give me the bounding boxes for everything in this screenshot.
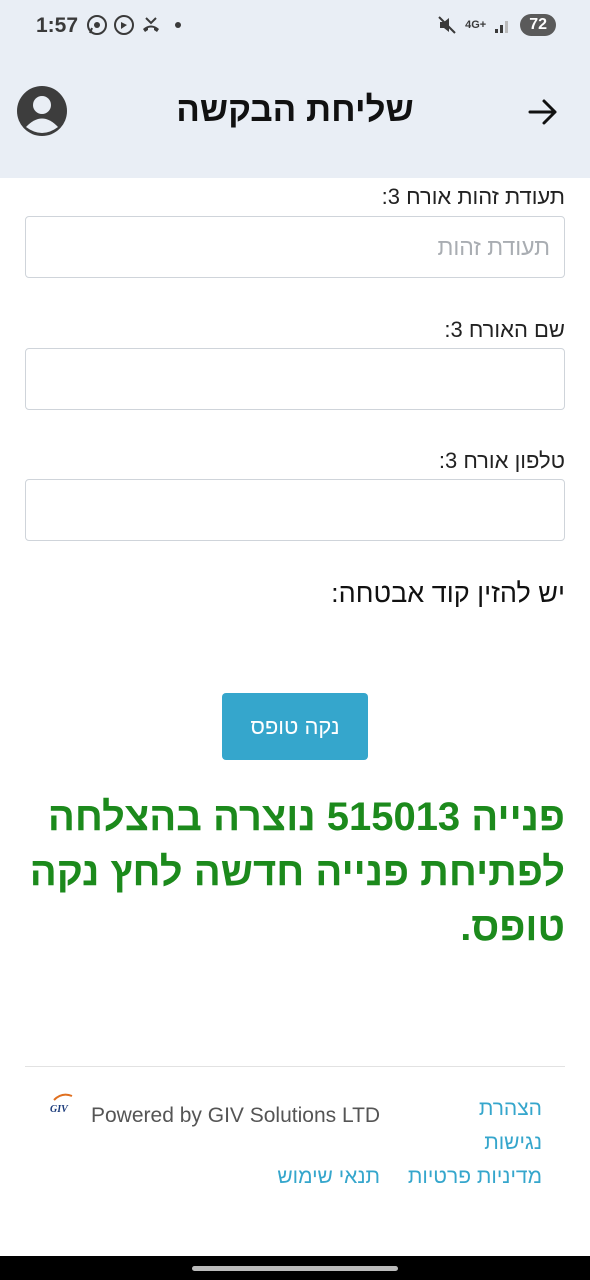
guest3-phone-input[interactable] — [25, 479, 565, 541]
powered-by-text: Powered by GIV Solutions LTD — [91, 1104, 381, 1127]
battery-indicator: 72 — [520, 14, 556, 36]
app-header: שליחת הבקשה — [0, 54, 590, 178]
network-type: 4G+ — [465, 19, 487, 31]
home-indicator[interactable] — [192, 1266, 398, 1271]
app-notification-icon — [114, 15, 134, 35]
status-bar: 1:57 4G+ 72 — [0, 0, 590, 54]
mute-icon — [438, 16, 456, 34]
giv-logo: GIV — [48, 1092, 78, 1120]
guest3-name-label: שם האורח 3: — [444, 317, 565, 342]
privacy-policy-link[interactable]: מדיניות פרטיות — [408, 1165, 542, 1188]
page-title: שליחת הבקשה — [176, 90, 414, 129]
arrow-right-icon[interactable] — [526, 96, 560, 128]
guest3-id-input[interactable] — [25, 216, 565, 278]
clear-form-button[interactable]: נקה טופס — [222, 693, 368, 760]
notification-icons — [86, 14, 181, 36]
accessibility-statement-link[interactable]: הצהרת נגישות — [479, 1097, 542, 1154]
whatsapp-icon — [87, 15, 107, 35]
svg-text:GIV: GIV — [50, 1104, 69, 1115]
guest3-name-input[interactable] — [25, 348, 565, 410]
guest-form: תעודת זהות אורח 3: שם האורח 3: טלפון אור… — [25, 178, 565, 558]
security-code-note: יש להזין קוד אבטחה: — [331, 578, 565, 608]
guest3-id-label: תעודת זהות אורח 3: — [381, 184, 565, 209]
system-icons: 4G+ 72 — [437, 14, 556, 36]
missed-call-icon — [143, 17, 159, 32]
guest3-phone-label: טלפון אורח 3: — [438, 448, 565, 473]
footer-divider — [25, 1066, 565, 1067]
success-message: פנייה 515013 נוצרה בהצלחה לפתיחת פנייה ח… — [29, 795, 565, 949]
signal-icon — [495, 21, 509, 33]
status-time: 1:57 — [36, 14, 79, 37]
more-notifications-dot — [175, 22, 181, 28]
terms-of-use-link[interactable]: תנאי שימוש — [277, 1165, 380, 1188]
